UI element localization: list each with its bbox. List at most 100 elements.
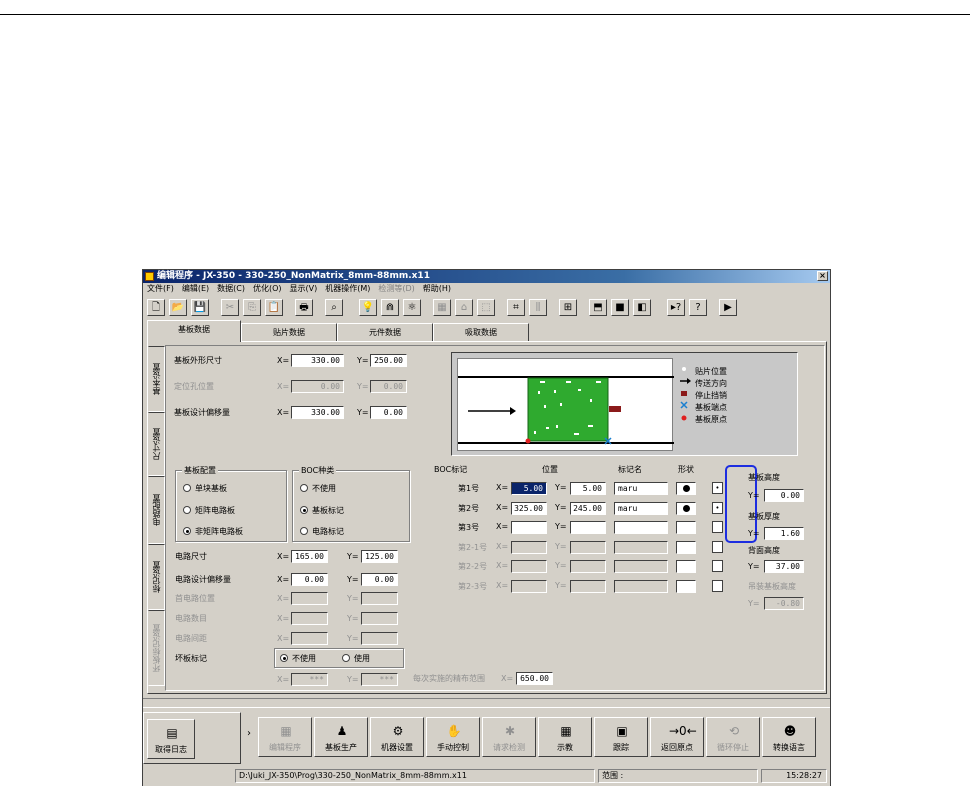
boc-shape-select[interactable]: • xyxy=(712,502,723,514)
boc-type-radio-none[interactable] xyxy=(300,484,308,492)
boc-shape-box[interactable] xyxy=(676,521,696,534)
bad-mark-radio-no[interactable] xyxy=(280,654,288,662)
boc-shape-select[interactable]: • xyxy=(712,482,723,494)
back-height-input[interactable]: 37.00 xyxy=(764,560,804,573)
boc-shape-select[interactable] xyxy=(712,580,723,592)
boc-name-input[interactable] xyxy=(614,521,668,534)
offset-x-input[interactable]: 330.00 xyxy=(291,406,344,419)
boc-x-input[interactable] xyxy=(511,521,547,534)
circuit-count-x-input[interactable] xyxy=(291,612,328,625)
boc-y-input[interactable] xyxy=(570,560,606,573)
boc-x-input[interactable] xyxy=(511,580,547,593)
boc-y-input[interactable] xyxy=(570,541,606,554)
offset-y-input[interactable]: 0.00 xyxy=(370,406,407,419)
boc-x-input[interactable]: 325.00 xyxy=(511,502,547,515)
calc-icon[interactable]: ⊞ xyxy=(559,299,577,316)
tab-component-data[interactable]: 元件数据 xyxy=(337,323,433,342)
bad-mark-x-input[interactable]: *** xyxy=(291,673,328,686)
btn-0[interactable]: ▤ 取得日志 xyxy=(147,719,195,759)
boc-type-radio-board[interactable] xyxy=(300,506,308,514)
btn-3[interactable]: ⚙ 机器设置 xyxy=(370,717,424,757)
bad-mark-radio-yes[interactable] xyxy=(342,654,350,662)
circuit-count-y-input[interactable] xyxy=(361,612,398,625)
btn-1[interactable]: ▦ 编辑程序 xyxy=(258,717,312,757)
btn-5[interactable]: ✱ 请求检测 xyxy=(482,717,536,757)
btn-4[interactable]: ✋ 手动控制 xyxy=(426,717,480,757)
circuit-pitch-y-input[interactable] xyxy=(361,632,398,645)
optimize-icon[interactable]: ⚛ xyxy=(403,299,421,316)
first-circuit-y-input[interactable] xyxy=(361,592,398,605)
board-config-radio-single[interactable] xyxy=(183,484,191,492)
teach-icon[interactable]: ⌗ xyxy=(507,299,525,316)
run-icon[interactable]: ▶ xyxy=(719,299,737,316)
tab-board-data[interactable]: 基板数据 xyxy=(147,320,241,342)
side-tab-mark[interactable]: 标记设置 xyxy=(148,544,165,610)
boc-name-input[interactable] xyxy=(614,541,668,554)
boc-shape-select[interactable] xyxy=(712,541,723,553)
gauge-icon[interactable]: ⬒ xyxy=(589,299,607,316)
close-button[interactable]: × xyxy=(817,271,828,281)
cut-icon[interactable]: ✂ xyxy=(221,299,239,316)
cube-icon[interactable]: ⬚ xyxy=(477,299,495,316)
warp-input[interactable]: -0.80 xyxy=(764,597,804,610)
stop-icon[interactable]: ■ xyxy=(611,299,629,316)
new-icon[interactable]: 🗋 xyxy=(147,299,165,316)
first-circuit-x-input[interactable] xyxy=(291,592,328,605)
align-icon[interactable]: ⫼ xyxy=(529,299,547,316)
btn-2[interactable]: ♟ 基板生产 xyxy=(314,717,368,757)
boc-y-input[interactable]: 245.00 xyxy=(570,502,606,515)
loc-x-input[interactable]: 0.00 xyxy=(291,380,344,393)
paste-icon[interactable]: 📋 xyxy=(265,299,283,316)
print-icon[interactable]: 🖶 xyxy=(295,299,313,316)
copy-icon[interactable]: ⎘ xyxy=(243,299,261,316)
circuit-size-x-input[interactable]: 165.00 xyxy=(291,550,328,563)
circuit-offset-y-input[interactable]: 0.00 xyxy=(361,573,398,586)
help-pointer-icon[interactable]: ▸? xyxy=(667,299,685,316)
help-icon[interactable]: ? xyxy=(689,299,707,316)
menu-item-2[interactable]: 数据(C) xyxy=(217,284,245,293)
boc-shape-select[interactable] xyxy=(712,521,723,533)
btn-6[interactable]: ▦ 示教 xyxy=(538,717,592,757)
menu-item-4[interactable]: 显示(V) xyxy=(290,284,318,293)
menu-item-1[interactable]: 编辑(E) xyxy=(182,284,209,293)
title-bar[interactable]: 编辑程序 - JX-350 - 330-250_NonMatrix_8mm-88… xyxy=(143,270,830,283)
boc-name-input[interactable]: maru xyxy=(614,502,668,515)
board-thick-input[interactable]: 1.60 xyxy=(764,527,804,540)
btn-8[interactable]: →0← 返回原点 xyxy=(650,717,704,757)
box-icon[interactable]: ◧ xyxy=(633,299,651,316)
btn-7[interactable]: ▣ 跟踪 xyxy=(594,717,648,757)
boc-x-input[interactable] xyxy=(511,560,547,573)
boc-shape-box[interactable] xyxy=(676,502,696,515)
open-icon[interactable]: 📂 xyxy=(169,299,187,316)
grid-icon[interactable]: ▦ xyxy=(433,299,451,316)
bad-mark-y-input[interactable]: *** xyxy=(361,673,398,686)
btn-9[interactable]: ⟲ 循环停止 xyxy=(706,717,760,757)
boc-name-input[interactable]: maru xyxy=(614,482,668,495)
circuit-size-y-input[interactable]: 125.00 xyxy=(361,550,398,563)
boc-type-radio-circuit[interactable] xyxy=(300,527,308,535)
boc-shape-box[interactable] xyxy=(676,541,696,554)
boc-x-input[interactable] xyxy=(511,541,547,554)
magnet-icon[interactable]: ⋒ xyxy=(381,299,399,316)
expand-arrow[interactable]: › xyxy=(247,728,253,739)
boc-shape-select[interactable] xyxy=(712,560,723,572)
outer-x-input[interactable]: 330.00 xyxy=(291,354,344,367)
save-icon[interactable]: 💾 xyxy=(191,299,209,316)
menu-item-7[interactable]: 帮助(H) xyxy=(423,284,451,293)
tab-pick-data[interactable]: 吸取数据 xyxy=(433,323,529,342)
menu-item-0[interactable]: 文件(F) xyxy=(147,284,174,293)
side-tab-circuit[interactable]: 电路配置 xyxy=(148,476,165,544)
outer-y-input[interactable]: 250.00 xyxy=(370,354,407,367)
circuit-offset-x-input[interactable]: 0.00 xyxy=(291,573,328,586)
boc-y-input[interactable] xyxy=(570,580,606,593)
house-icon[interactable]: ⌂ xyxy=(455,299,473,316)
board-height-input[interactable]: 0.00 xyxy=(764,489,804,502)
find-icon[interactable]: ⌕ xyxy=(325,299,343,316)
boc-shape-box[interactable] xyxy=(676,482,696,495)
menu-item-3[interactable]: 优化(O) xyxy=(253,284,282,293)
board-config-radio-nonmatrix[interactable] xyxy=(183,527,191,535)
side-tab-size[interactable]: 尺寸设置 xyxy=(148,412,165,476)
boc-x-input[interactable]: 5.00 xyxy=(511,482,547,495)
tab-mount-data[interactable]: 贴片数据 xyxy=(241,323,337,342)
boc-name-input[interactable] xyxy=(614,580,668,593)
